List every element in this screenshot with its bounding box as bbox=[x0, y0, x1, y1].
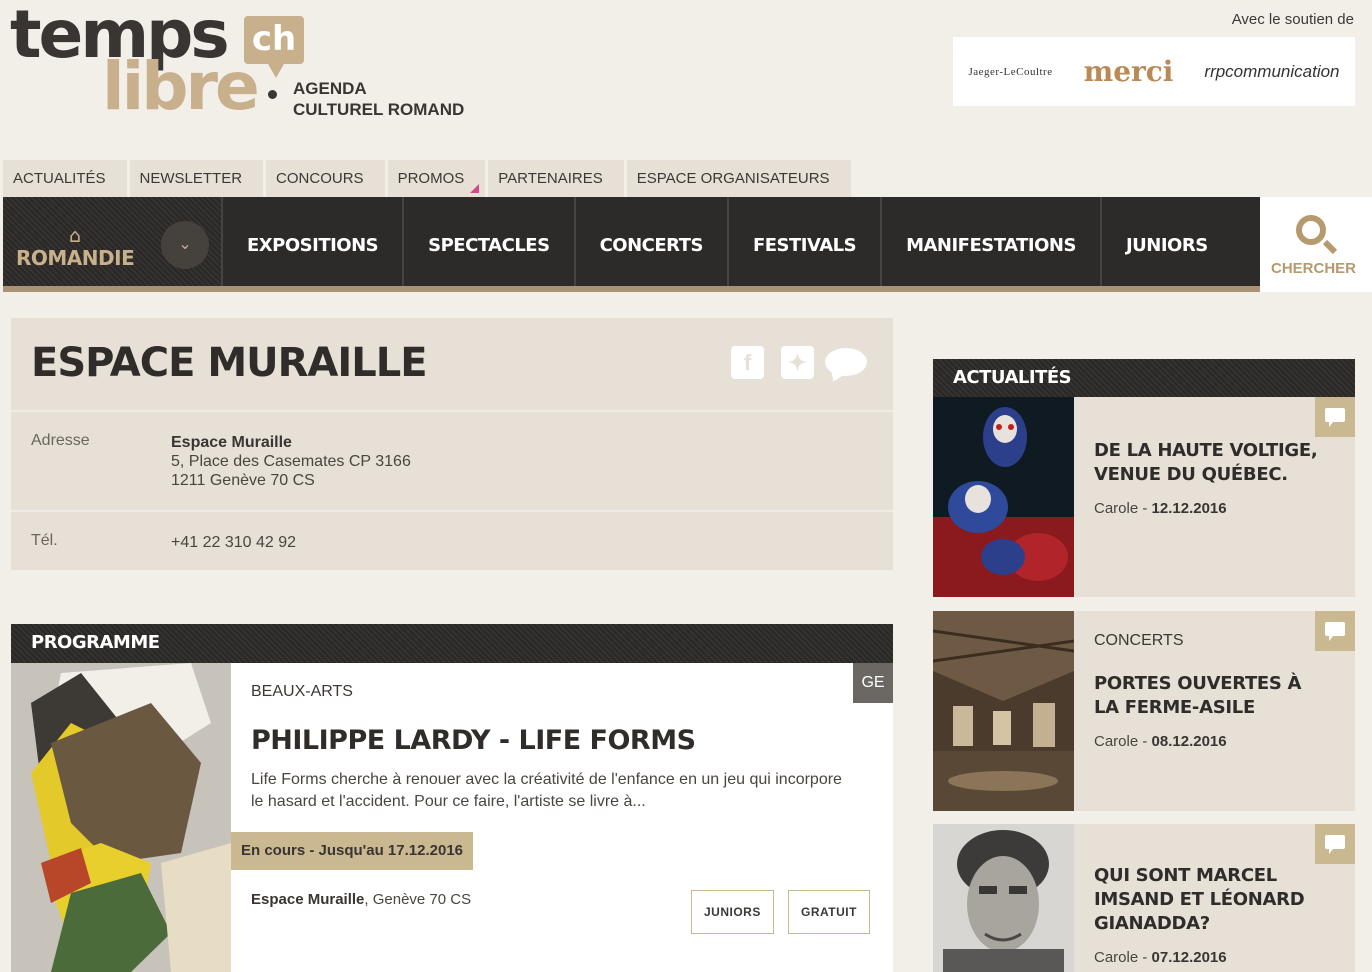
address-name: Espace Muraille bbox=[171, 434, 292, 451]
nav-manifestations[interactable]: MANIFESTATIONS bbox=[880, 197, 1100, 286]
news-category[interactable]: CONCERTS bbox=[1094, 632, 1184, 650]
search-icon bbox=[1296, 215, 1326, 245]
sponsor-merci-logo[interactable]: merci bbox=[1084, 55, 1174, 88]
news-image[interactable] bbox=[933, 611, 1074, 811]
topnav-newsletter[interactable]: Newsletter bbox=[130, 160, 267, 197]
promo-flag-icon bbox=[470, 184, 480, 193]
event-description: Life Forms cherche à renouer avec la cré… bbox=[251, 771, 842, 810]
tag-juniors[interactable]: JUNIORS bbox=[691, 890, 774, 934]
news-author: Carole - bbox=[1094, 949, 1152, 966]
sidebar-news-header: ACTUALITÉS bbox=[933, 359, 1355, 397]
event-card[interactable]: GE BEAUX-ARTS PHILIPPE LARDY - LIFE FORM… bbox=[11, 663, 893, 972]
event-date-badge: En cours - Jusqu'au 17.12.2016 bbox=[231, 832, 473, 870]
home-icon: ⌂ bbox=[69, 225, 82, 247]
address-value: Espace Muraille 5, Place des Casemates C… bbox=[171, 433, 411, 490]
phone-value[interactable]: +41 22 310 42 92 bbox=[171, 533, 296, 552]
address-line1: 5, Place des Casemates CP 3166 bbox=[171, 453, 411, 470]
top-nav: Actualités Newsletter Concours Promos Pa… bbox=[3, 160, 854, 197]
news-author: Carole - bbox=[1094, 500, 1152, 517]
comment-icon[interactable] bbox=[1315, 397, 1355, 437]
news-meta: Carole - 08.12.2016 bbox=[1094, 733, 1227, 750]
news-date: 07.12.2016 bbox=[1151, 949, 1227, 966]
site-header: temps libre ch AGENDA CULTUREL ROMAND Av… bbox=[0, 0, 1372, 160]
page-title: ESPACE MURAILLE bbox=[31, 340, 428, 386]
programme-header: PROGRAMME bbox=[11, 624, 893, 663]
nav-concerts[interactable]: CONCERTS bbox=[573, 197, 727, 286]
news-item[interactable]: CONCERTS PORTES OUVERTES À LA FERME-ASIL… bbox=[933, 611, 1355, 811]
logo-libre[interactable]: libre bbox=[102, 52, 260, 122]
nav-expositions[interactable]: EXPOSITIONS bbox=[221, 197, 402, 286]
nav-juniors[interactable]: JUNIORS bbox=[1099, 197, 1232, 286]
sponsor-jaeger-logo[interactable]: Jaeger-LeCoultre bbox=[968, 66, 1052, 78]
event-title[interactable]: PHILIPPE LARDY - LIFE FORMS bbox=[251, 725, 696, 756]
news-item[interactable]: QUI SONT MARCEL IMSAND ET LÉONARD GIANAD… bbox=[933, 824, 1355, 972]
news-author: Carole - bbox=[1094, 733, 1152, 750]
comment-icon[interactable] bbox=[825, 348, 867, 376]
topnav-espace-organisateurs[interactable]: Espace organisateurs bbox=[627, 160, 854, 197]
tagline: AGENDA CULTUREL ROMAND bbox=[293, 78, 464, 120]
region-selector[interactable]: ⌂ ROMANDIE ⌄ bbox=[3, 197, 221, 286]
tagline-line2: CULTUREL ROMAND bbox=[293, 100, 465, 119]
news-date: 08.12.2016 bbox=[1151, 733, 1227, 750]
nav-festivals[interactable]: FESTIVALS bbox=[726, 197, 880, 286]
news-image[interactable] bbox=[933, 824, 1074, 972]
facebook-icon[interactable]: f bbox=[731, 346, 764, 379]
address-label: Adresse bbox=[31, 432, 90, 449]
news-photo-portrait bbox=[933, 824, 1074, 972]
news-date: 12.12.2016 bbox=[1151, 500, 1227, 517]
sponsor-rrp-logo[interactable]: rrpcommunication bbox=[1204, 62, 1339, 82]
comment-icon[interactable] bbox=[1315, 611, 1355, 651]
nav-spectacles[interactable]: SPECTACLES bbox=[402, 197, 573, 286]
phone-label: Tél. bbox=[31, 532, 58, 549]
search-label: CHERCHER bbox=[1271, 260, 1357, 277]
event-artwork bbox=[11, 663, 231, 972]
event-venue-name[interactable]: Espace Muraille bbox=[251, 891, 364, 908]
logo-ch-badge[interactable]: ch bbox=[244, 16, 304, 78]
event-venue: Espace Muraille, Genève 70 CS bbox=[251, 891, 471, 908]
news-photo-acrobats bbox=[933, 397, 1074, 597]
comment-icon[interactable] bbox=[1315, 824, 1355, 864]
news-title[interactable]: QUI SONT MARCEL IMSAND ET LÉONARD GIANAD… bbox=[1094, 864, 1319, 936]
phone-row: Tél. +41 22 310 42 92 bbox=[11, 510, 893, 570]
tag-gratuit[interactable]: GRATUIT bbox=[788, 890, 870, 934]
sponsor-logos: Jaeger-LeCoultre merci rrpcommunication bbox=[953, 37, 1355, 106]
venue-card: ESPACE MURAILLE f ✦ Adresse Espace Murai… bbox=[11, 318, 893, 570]
region-label: ROMANDIE bbox=[16, 246, 135, 270]
news-meta: Carole - 07.12.2016 bbox=[1094, 949, 1227, 966]
topnav-promos[interactable]: Promos bbox=[388, 160, 489, 197]
topnav-promos-label: Promos bbox=[397, 170, 465, 187]
main-nav: ⌂ ROMANDIE ⌄ EXPOSITIONS SPECTACLES CONC… bbox=[3, 197, 1372, 292]
news-photo-hall bbox=[933, 611, 1074, 811]
region-badge: GE bbox=[853, 663, 893, 703]
event-venue-city: , Genève 70 CS bbox=[364, 891, 472, 908]
chevron-down-icon[interactable]: ⌄ bbox=[161, 221, 209, 269]
sidebar-heading: ACTUALITÉS bbox=[953, 367, 1072, 388]
event-image[interactable] bbox=[11, 663, 231, 972]
topnav-actualites[interactable]: Actualités bbox=[3, 160, 130, 197]
address-row: Adresse Espace Muraille 5, Place des Cas… bbox=[11, 410, 893, 510]
news-image[interactable] bbox=[933, 397, 1074, 597]
logo-dot bbox=[268, 90, 277, 99]
news-meta: Carole - 12.12.2016 bbox=[1094, 500, 1227, 517]
address-line2: 1211 Genève 70 CS bbox=[171, 472, 315, 489]
twitter-icon[interactable]: ✦ bbox=[781, 346, 814, 379]
news-item[interactable]: DE LA HAUTE VOLTIGE, VENUE DU QUÉBEC. Ca… bbox=[933, 397, 1355, 597]
topnav-concours[interactable]: Concours bbox=[266, 160, 388, 197]
search-button[interactable]: CHERCHER bbox=[1260, 197, 1372, 292]
sponsor-label: Avec le soutien de bbox=[1231, 11, 1354, 28]
topnav-partenaires[interactable]: Partenaires bbox=[488, 160, 627, 197]
news-title[interactable]: PORTES OUVERTES À LA FERME-ASILE bbox=[1094, 672, 1319, 720]
tagline-line1: AGENDA bbox=[293, 79, 367, 98]
programme-heading: PROGRAMME bbox=[31, 632, 160, 653]
event-category[interactable]: BEAUX-ARTS bbox=[251, 683, 353, 701]
news-title[interactable]: DE LA HAUTE VOLTIGE, VENUE DU QUÉBEC. bbox=[1094, 439, 1319, 487]
